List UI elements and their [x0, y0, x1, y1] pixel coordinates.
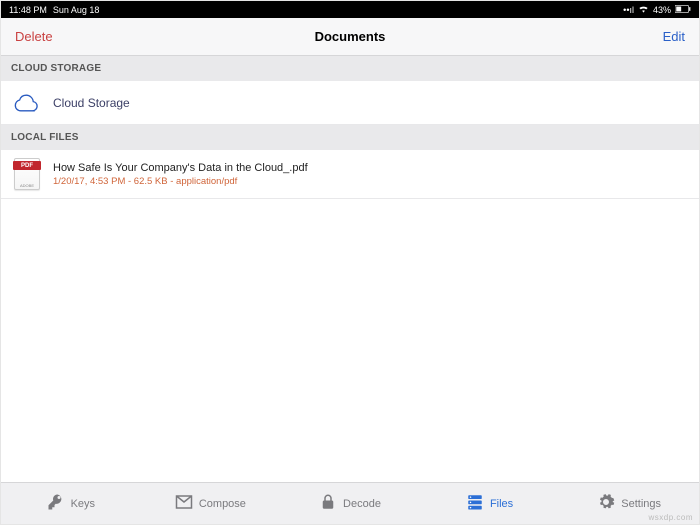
tab-keys-label: Keys	[71, 498, 95, 510]
tab-settings-label: Settings	[621, 498, 661, 510]
tab-decode-label: Decode	[343, 498, 381, 510]
tab-keys[interactable]: Keys	[1, 483, 141, 524]
tab-compose[interactable]: Compose	[141, 483, 281, 524]
nav-bar: Delete Documents Edit	[1, 18, 699, 56]
tab-files-label: Files	[490, 498, 513, 510]
section-header-cloud: CLOUD STORAGE	[1, 56, 699, 81]
battery-icon	[675, 5, 691, 15]
cloud-storage-row[interactable]: Cloud Storage	[1, 81, 699, 125]
file-row[interactable]: How Safe Is Your Company's Data in the C…	[1, 150, 699, 199]
delete-button[interactable]: Delete	[15, 29, 53, 44]
signal-icon: ••ıl	[623, 5, 634, 15]
lock-icon	[319, 493, 337, 514]
cloud-storage-label: Cloud Storage	[53, 96, 130, 110]
status-battery: 43%	[653, 5, 671, 15]
pdf-file-icon	[11, 158, 43, 190]
status-date: Sun Aug 18	[53, 5, 100, 15]
cloud-icon	[11, 93, 43, 113]
edit-button[interactable]: Edit	[663, 29, 685, 44]
file-meta: 1/20/17, 4:53 PM - 62.5 KB - application…	[53, 176, 308, 187]
wifi-icon	[638, 4, 649, 15]
section-header-local: LOCAL FILES	[1, 125, 699, 150]
key-icon	[47, 493, 65, 514]
status-time: 11:48 PM	[9, 5, 47, 15]
watermark: wsxdp.com	[648, 513, 693, 522]
page-title: Documents	[315, 29, 386, 44]
gear-icon	[597, 493, 615, 514]
file-name: How Safe Is Your Company's Data in the C…	[53, 162, 308, 174]
tab-compose-label: Compose	[199, 498, 246, 510]
tab-decode[interactable]: Decode	[280, 483, 420, 524]
envelope-icon	[175, 493, 193, 514]
tab-files[interactable]: Files	[420, 483, 560, 524]
tab-bar: Keys Compose Decode Files Settings	[1, 482, 699, 524]
files-icon	[466, 493, 484, 514]
status-bar: 11:48 PM Sun Aug 18 ••ıl 43%	[1, 1, 699, 18]
